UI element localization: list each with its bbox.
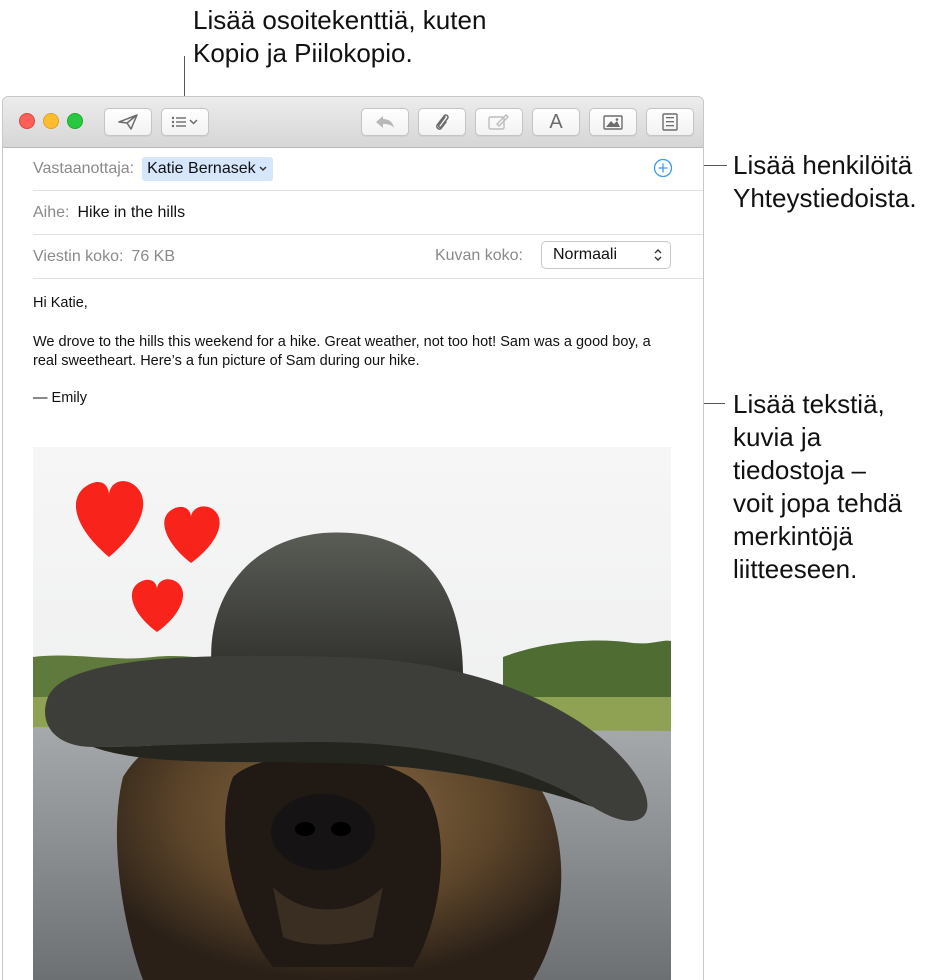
stationery-icon bbox=[662, 113, 678, 131]
font-icon: A bbox=[549, 110, 563, 133]
callout-line: Lisää tekstiä, bbox=[733, 389, 885, 419]
compose-window: A Vastaanottaja: Katie Bernasek Aihe: Hi… bbox=[2, 96, 704, 980]
message-greeting[interactable]: Hi Katie, bbox=[33, 294, 673, 313]
chevron-down-icon bbox=[259, 165, 267, 171]
add-contact-icon[interactable] bbox=[653, 158, 673, 178]
image-size-label: Kuvan koko: bbox=[434, 247, 523, 264]
subject-field-row[interactable]: Aihe: Hike in the hills bbox=[33, 191, 703, 235]
stationery-button[interactable] bbox=[646, 108, 694, 136]
photo-icon bbox=[603, 115, 623, 130]
callout-line: Yhteystiedoista. bbox=[733, 183, 917, 213]
recipient-token[interactable]: Katie Bernasek bbox=[142, 156, 273, 181]
callout-line: merkintöjä bbox=[733, 521, 853, 551]
markup-icon bbox=[488, 114, 509, 130]
callout-contacts: Lisää henkilöitä Yhteystiedoista. bbox=[733, 149, 917, 215]
message-size-row: Viestin koko: 76 KB Kuvan koko: Normaali bbox=[33, 235, 703, 279]
send-button[interactable] bbox=[104, 108, 152, 136]
markup-button[interactable] bbox=[475, 108, 523, 136]
close-window-button[interactable] bbox=[19, 113, 35, 129]
minimize-window-button[interactable] bbox=[43, 113, 59, 129]
callout-line: voit jopa tehdä bbox=[733, 488, 903, 518]
message-paragraph[interactable]: We drove to the hills this weekend for a… bbox=[33, 333, 673, 371]
to-label: Vastaanottaja: bbox=[33, 159, 135, 177]
image-size-select[interactable]: Normaali bbox=[541, 241, 671, 269]
toolbar: A bbox=[3, 97, 703, 148]
zoom-window-button[interactable] bbox=[67, 113, 83, 129]
callout-line: kuvia ja bbox=[733, 422, 822, 452]
message-size-label: Viestin koko: bbox=[33, 247, 124, 265]
image-size-value: Normaali bbox=[553, 246, 618, 263]
callout-line: Kopio ja Piilokopio. bbox=[193, 38, 413, 68]
callout-line: tiedostoja – bbox=[733, 455, 866, 485]
format-button[interactable]: A bbox=[532, 108, 580, 136]
dog-photo-image bbox=[33, 447, 671, 980]
callout-line: Lisää henkilöitä bbox=[733, 150, 913, 180]
updown-chevron-icon bbox=[654, 249, 662, 261]
paperclip-icon bbox=[436, 114, 449, 130]
callout-line: liitteeseen. bbox=[733, 554, 858, 584]
header-fields-button[interactable] bbox=[161, 108, 209, 136]
to-field-row: Vastaanottaja: Katie Bernasek bbox=[33, 147, 703, 191]
subject-label: Aihe: bbox=[33, 203, 70, 221]
message-signature[interactable]: — Emily bbox=[33, 389, 673, 408]
attach-button[interactable] bbox=[418, 108, 466, 136]
message-size-value: 76 KB bbox=[131, 247, 176, 265]
callout-content: Lisää tekstiä, kuvia ja tiedostoja – voi… bbox=[733, 388, 902, 586]
callout-address-fields: Lisää osoitekenttiä, kuten Kopio ja Piil… bbox=[193, 4, 486, 70]
attached-photo[interactable] bbox=[33, 447, 671, 980]
subject-value[interactable]: Hike in the hills bbox=[77, 204, 185, 222]
list-icon bbox=[171, 116, 198, 128]
reply-arrow-icon bbox=[376, 116, 394, 128]
reply-button[interactable] bbox=[361, 108, 409, 136]
recipient-name: Katie Bernasek bbox=[147, 159, 256, 177]
callout-line: Lisää osoitekenttiä, kuten bbox=[193, 5, 487, 35]
paper-plane-icon bbox=[118, 114, 138, 130]
photo-browser-button[interactable] bbox=[589, 108, 637, 136]
